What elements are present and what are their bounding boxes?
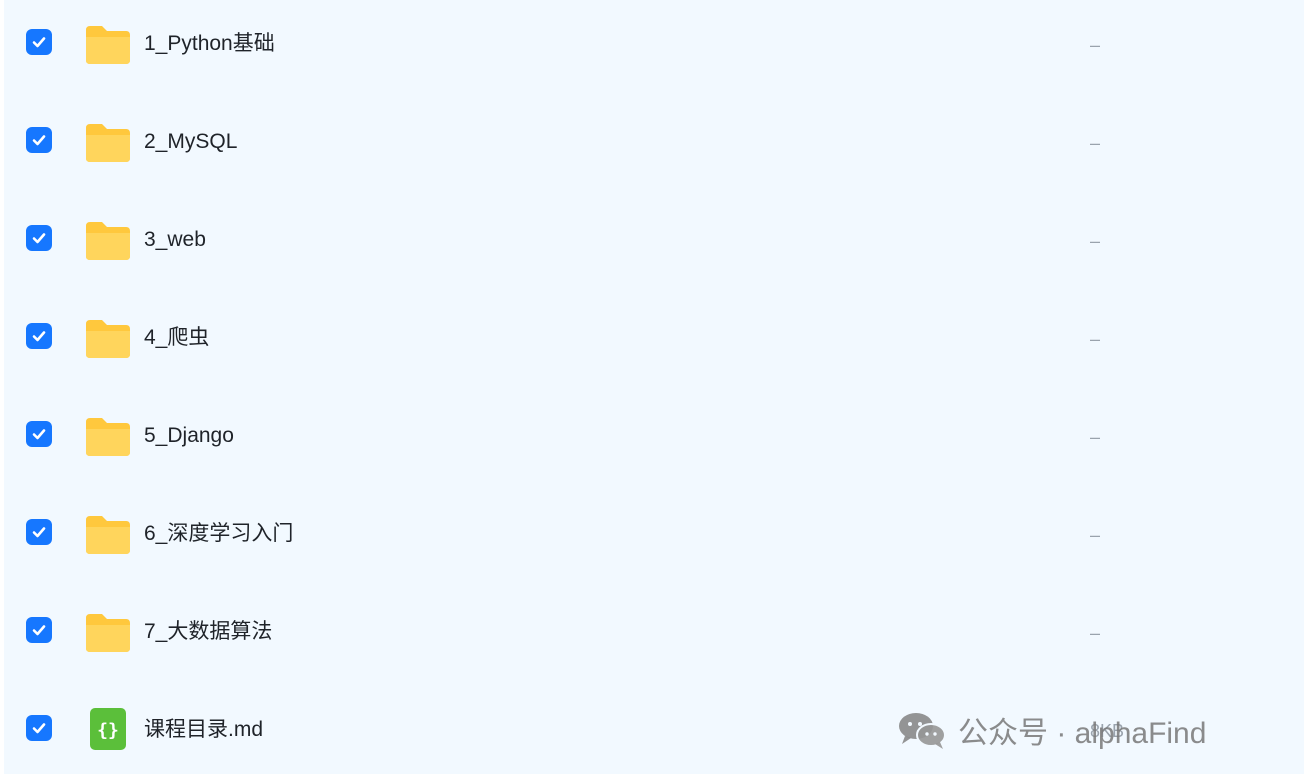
file-row[interactable]: 3_web – bbox=[4, 196, 1304, 294]
checkmark-icon bbox=[32, 331, 46, 342]
checkmark-icon bbox=[32, 625, 46, 636]
checkmark-icon bbox=[32, 233, 46, 244]
file-list-panel: 1_Python基础 – 2_MySQL – 3_web – 4_爬虫 – 5_… bbox=[4, 0, 1304, 774]
row-checkbox[interactable] bbox=[26, 715, 52, 741]
folder-icon bbox=[84, 512, 132, 556]
file-name[interactable]: 7_大数据算法 bbox=[144, 618, 272, 646]
row-checkbox[interactable] bbox=[26, 421, 52, 447]
checkmark-icon bbox=[32, 723, 46, 734]
file-name[interactable]: 5_Django bbox=[144, 422, 234, 450]
file-row[interactable]: 1_Python基础 – bbox=[4, 0, 1304, 98]
file-row[interactable]: 5_Django – bbox=[4, 392, 1304, 490]
row-checkbox[interactable] bbox=[26, 29, 52, 55]
file-size: – bbox=[1090, 623, 1101, 643]
file-name[interactable]: 1_Python基础 bbox=[144, 30, 275, 58]
row-checkbox[interactable] bbox=[26, 225, 52, 251]
file-row[interactable]: 2_MySQL – bbox=[4, 98, 1304, 196]
checkmark-icon bbox=[32, 135, 46, 146]
svg-text:{}: {} bbox=[97, 720, 119, 741]
file-name[interactable]: 课程目录.md bbox=[144, 716, 263, 744]
file-name[interactable]: 2_MySQL bbox=[144, 128, 237, 156]
file-row[interactable]: 4_爬虫 – bbox=[4, 294, 1304, 392]
folder-icon bbox=[84, 218, 132, 262]
file-name[interactable]: 3_web bbox=[144, 226, 206, 254]
file-size: – bbox=[1090, 35, 1101, 55]
file-row[interactable]: 7_大数据算法 – bbox=[4, 588, 1304, 686]
file-size: – bbox=[1090, 427, 1101, 447]
checkmark-icon bbox=[32, 527, 46, 538]
file-size: – bbox=[1090, 133, 1101, 153]
code-file-icon: {} bbox=[84, 706, 132, 750]
checkmark-icon bbox=[32, 429, 46, 440]
folder-icon bbox=[84, 316, 132, 360]
row-checkbox[interactable] bbox=[26, 617, 52, 643]
file-size: – bbox=[1090, 231, 1101, 251]
folder-icon bbox=[84, 414, 132, 458]
checkmark-icon bbox=[32, 37, 46, 48]
folder-icon bbox=[84, 120, 132, 164]
file-name[interactable]: 6_深度学习入门 bbox=[144, 520, 293, 548]
file-row[interactable]: 6_深度学习入门 – bbox=[4, 490, 1304, 588]
folder-icon bbox=[84, 22, 132, 66]
folder-icon bbox=[84, 610, 132, 654]
row-checkbox[interactable] bbox=[26, 127, 52, 153]
file-row[interactable]: {} 课程目录.md 8KB bbox=[4, 686, 1304, 784]
row-checkbox[interactable] bbox=[26, 519, 52, 545]
file-name[interactable]: 4_爬虫 bbox=[144, 324, 209, 352]
row-checkbox[interactable] bbox=[26, 323, 52, 349]
file-size: – bbox=[1090, 525, 1101, 545]
file-size: 8KB bbox=[1090, 721, 1125, 741]
file-size: – bbox=[1090, 329, 1101, 349]
